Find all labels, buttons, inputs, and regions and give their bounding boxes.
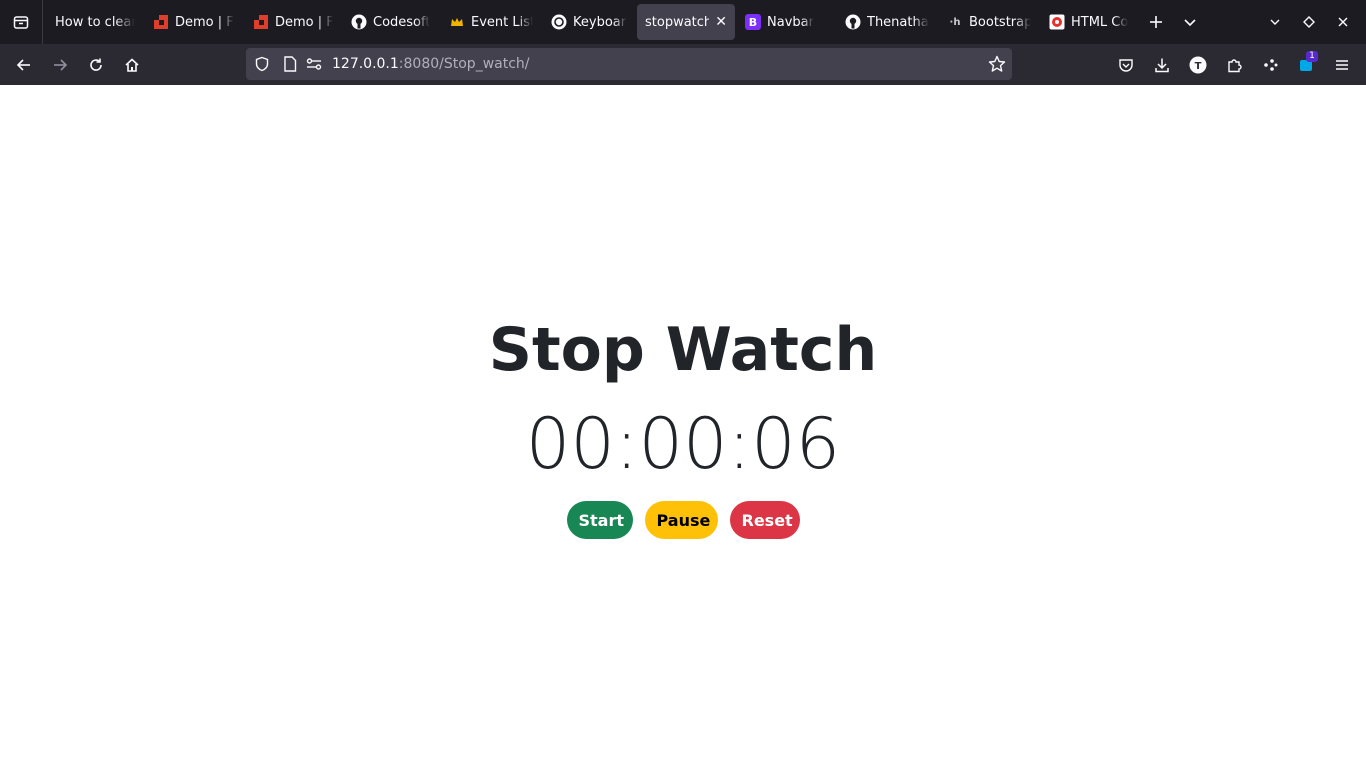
extension-dots-button[interactable] bbox=[1252, 49, 1288, 81]
list-all-tabs-button[interactable] bbox=[1173, 5, 1207, 39]
extension-icon bbox=[1264, 58, 1278, 71]
tab-demo-2[interactable]: Demo | F bbox=[245, 4, 341, 40]
minimize-button[interactable] bbox=[1258, 5, 1292, 39]
download-icon bbox=[1155, 58, 1169, 72]
home-icon bbox=[125, 57, 139, 72]
url-path: :8080/Stop_watch/ bbox=[398, 56, 530, 72]
tab-thenatha[interactable]: Thenatha bbox=[837, 4, 937, 40]
navigation-toolbar: 127.0.0.1:8080/Stop_watch/ T 1 bbox=[0, 44, 1366, 85]
puzzle-icon bbox=[1228, 58, 1242, 72]
notification-badge: 1 bbox=[1306, 50, 1318, 62]
tab-event-list[interactable]: Event List bbox=[441, 4, 541, 40]
hamburger-menu-icon bbox=[1336, 59, 1348, 70]
chevron-down-icon bbox=[1184, 19, 1196, 27]
firefox-view-icon bbox=[13, 16, 29, 29]
stopwatch-controls: Start Pause Reset bbox=[0, 501, 1366, 539]
pocket-button[interactable] bbox=[1108, 49, 1144, 81]
tab-label: Demo | F bbox=[275, 14, 333, 30]
tab-list: How to clean Demo | F Demo | F Codesoft … bbox=[43, 0, 1207, 44]
hashnode-icon: ·h bbox=[949, 16, 961, 28]
tab-label: HTML Co bbox=[1071, 14, 1129, 30]
crown-icon bbox=[449, 14, 465, 30]
chevron-down-icon bbox=[1270, 19, 1280, 25]
tab-label: stopwatch bbox=[645, 14, 710, 30]
tab-codesoft[interactable]: Codesoft bbox=[343, 4, 439, 40]
tab-label: Thenatha bbox=[867, 14, 929, 30]
red-circle-icon bbox=[1049, 14, 1065, 30]
tab-label: Keyboard bbox=[573, 14, 627, 30]
stopwatch-display: 00:00:06 bbox=[525, 403, 841, 485]
maximize-button[interactable] bbox=[1292, 5, 1326, 39]
tab-keyboard[interactable]: Keyboard bbox=[543, 4, 635, 40]
permissions-icon[interactable] bbox=[302, 57, 326, 71]
close-icon bbox=[1338, 17, 1348, 27]
url-bar[interactable]: 127.0.0.1:8080/Stop_watch/ bbox=[246, 48, 1012, 80]
github-icon bbox=[351, 14, 367, 30]
arrow-left-icon bbox=[16, 58, 30, 71]
bootstrap-icon: B bbox=[745, 14, 761, 30]
reset-button[interactable]: Reset bbox=[729, 501, 800, 539]
tab-label: Codesoft bbox=[373, 14, 431, 30]
app-menu-button[interactable] bbox=[1324, 49, 1360, 81]
toolbar-right: T 1 bbox=[1108, 44, 1360, 85]
new-tab-button[interactable] bbox=[1139, 5, 1173, 39]
tab-stopwatch[interactable]: stopwatch ✕ bbox=[637, 4, 735, 40]
tab-label: Bootstrap bbox=[969, 14, 1031, 30]
tab-navbar[interactable]: B Navbar bbox=[737, 4, 835, 40]
extensions-button[interactable] bbox=[1216, 49, 1252, 81]
url-text[interactable]: 127.0.0.1:8080/Stop_watch/ bbox=[332, 56, 530, 72]
tab-strip: How to clean Demo | F Demo | F Codesoft … bbox=[0, 0, 1366, 44]
tab-html-co[interactable]: HTML Co bbox=[1041, 4, 1137, 40]
account-button[interactable]: T bbox=[1180, 49, 1216, 81]
page-title: Stop Watch bbox=[488, 315, 878, 385]
tab-how-to-clean[interactable]: How to clean bbox=[47, 4, 143, 40]
plus-icon bbox=[1150, 16, 1162, 28]
red-blocks-icon bbox=[153, 14, 169, 30]
firefox-view-button[interactable] bbox=[0, 0, 43, 44]
account-avatar-icon: T bbox=[1189, 56, 1207, 73]
forward-button[interactable] bbox=[42, 49, 78, 81]
home-button[interactable] bbox=[114, 49, 150, 81]
reload-icon bbox=[90, 58, 102, 71]
reload-button[interactable] bbox=[78, 49, 114, 81]
tab-label: Event List bbox=[471, 14, 533, 30]
svg-text:T: T bbox=[1195, 61, 1202, 72]
tab-label: Navbar bbox=[767, 14, 814, 30]
downloads-button[interactable] bbox=[1144, 49, 1180, 81]
openai-icon bbox=[551, 14, 567, 30]
tab-label: How to clean bbox=[55, 14, 135, 30]
shield-icon[interactable] bbox=[246, 56, 278, 72]
red-blocks-icon bbox=[253, 14, 269, 30]
tab-label: Demo | F bbox=[175, 14, 234, 30]
back-button[interactable] bbox=[6, 49, 42, 81]
close-icon[interactable]: ✕ bbox=[715, 14, 727, 30]
bookmark-star-icon[interactable] bbox=[988, 55, 1006, 77]
pause-button[interactable]: Pause bbox=[644, 501, 718, 539]
tab-demo-1[interactable]: Demo | F bbox=[145, 4, 243, 40]
extension-badge-button[interactable]: 1 bbox=[1288, 49, 1324, 81]
tab-bootstrap[interactable]: ·h Bootstrap bbox=[939, 4, 1039, 40]
diamond-icon bbox=[1303, 16, 1315, 28]
page-icon[interactable] bbox=[278, 56, 302, 72]
page-content: Stop Watch 00:00:06 Start Pause Reset bbox=[0, 85, 1366, 768]
pocket-icon bbox=[1119, 58, 1133, 72]
url-host: 127.0.0.1 bbox=[332, 56, 399, 72]
github-icon bbox=[845, 14, 861, 30]
arrow-right-icon bbox=[54, 58, 68, 71]
start-button[interactable]: Start bbox=[566, 501, 633, 539]
window-controls bbox=[1258, 0, 1366, 44]
close-window-button[interactable] bbox=[1326, 5, 1360, 39]
